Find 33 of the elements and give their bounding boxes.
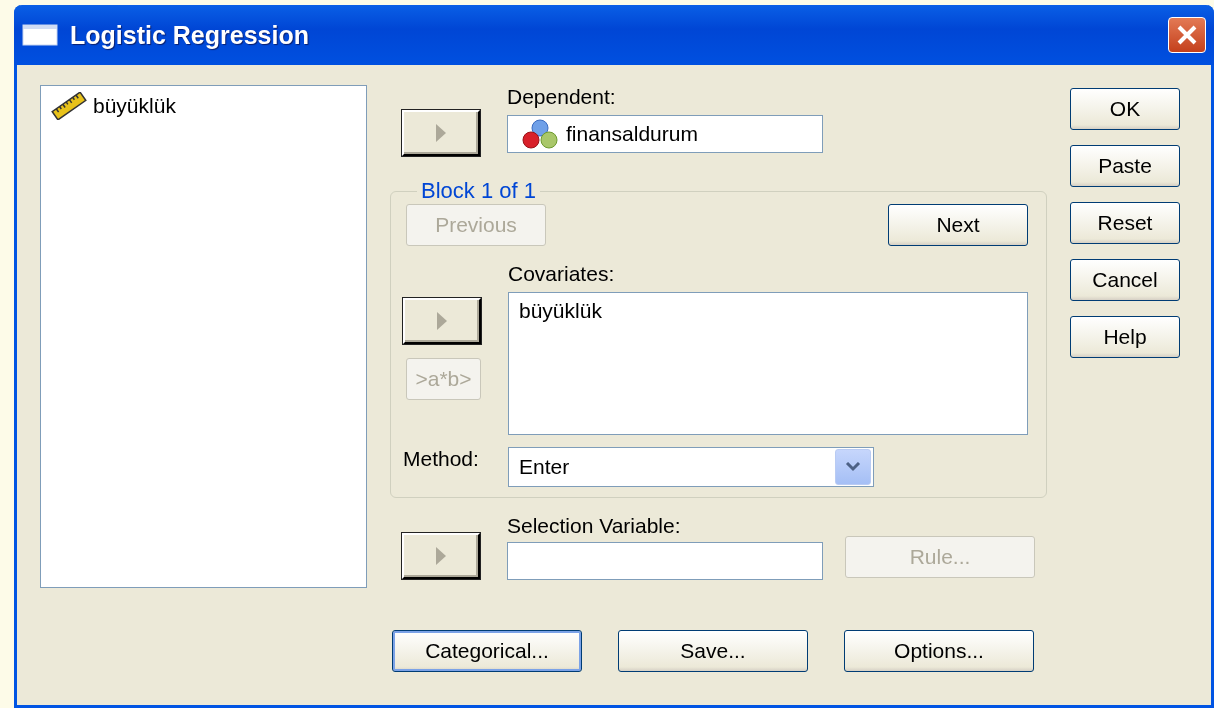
covariates-list[interactable]: büyüklük [508,292,1028,435]
dialog-button[interactable]: Paste [1070,145,1180,187]
dialog-button[interactable]: Reset [1070,202,1180,244]
method-dropdown[interactable]: Enter [508,447,874,487]
close-icon [1176,24,1198,46]
dependent-field[interactable]: finansaldurum [507,115,823,153]
triangle-icon [436,547,446,565]
covariate-item[interactable]: büyüklük [519,299,1017,323]
selection-field[interactable] [507,542,823,580]
dialog-button[interactable]: OK [1070,88,1180,130]
method-label: Method: [403,447,480,471]
next-button[interactable]: Next [888,204,1028,246]
chevron-down-icon [845,462,861,472]
block-legend: Block 1 of 1 [417,178,540,204]
covariates-label: Covariates: [508,262,616,287]
variable-list[interactable]: büyüklük [40,85,367,588]
triangle-icon [437,312,447,330]
move-arrow-button[interactable] [402,110,480,156]
window-icon [22,24,58,46]
dialog-button[interactable]: Help [1070,316,1180,358]
move-arrow-button[interactable] [403,298,481,344]
dependent-label: Dependent: [507,85,617,110]
triangle-icon [436,124,446,142]
dialog-button[interactable]: Options... [844,630,1034,672]
move-arrow-button[interactable] [402,533,480,579]
close-button[interactable] [1168,17,1206,53]
circles-icon [520,119,560,149]
selection-label: Selection Variable: [507,514,682,539]
variable-item[interactable]: büyüklük [93,94,176,118]
dialog-button[interactable]: Save... [618,630,808,672]
dialog-button[interactable]: Cancel [1070,259,1180,301]
dialog-button[interactable]: Categorical... [392,630,582,672]
window-title: Logistic Regression [70,20,309,50]
